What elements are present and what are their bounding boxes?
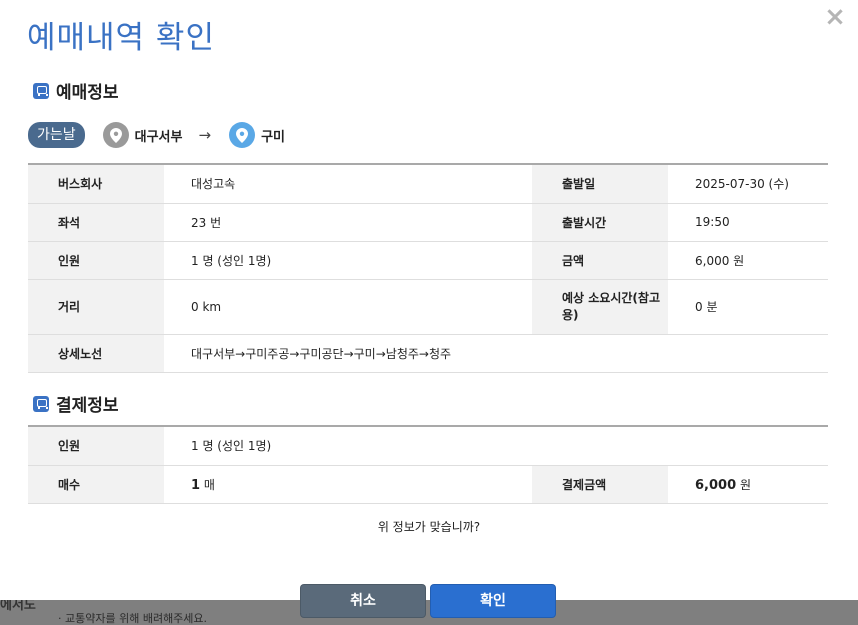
background-note: · 교통약자를 위해 배려해주세요. <box>58 612 208 625</box>
reservation-info-table: 버스회사 대성고속 출발일 2025-07-30 (수) 좌석 23 번 출발시… <box>28 163 828 373</box>
table-row: 거리 0 km 예상 소요시간(참고용) 0 분 <box>28 279 828 335</box>
seat-value: 23 번 <box>164 203 532 242</box>
payment-people-value: 1 명 (성인 1명) <box>164 426 828 466</box>
distance-value: 0 km <box>164 279 532 335</box>
confirm-question: 위 정보가 맞습니까? <box>377 520 481 534</box>
table-row: 상세노선 대구서부→구미주공→구미공단→구미→남청주→청주 <box>28 334 828 373</box>
payment-section-title: 결제정보 <box>56 396 119 416</box>
ticket-count-number: 1 <box>191 477 201 493</box>
table-row: 인원 1 명 (성인 1명) 금액 6,000 원 <box>28 241 828 280</box>
origin-terminal: 대구서부 <box>102 122 183 148</box>
reservation-section-heading: 예매정보 <box>33 78 119 103</box>
duration-value: 0 분 <box>668 279 828 335</box>
table-row: 매수 1 매 결제금액 6,000 원 <box>28 465 828 504</box>
route-summary: 가는날 대구서부 → 구미 <box>28 120 285 150</box>
distance-label: 거리 <box>28 279 164 335</box>
origin-name: 대구서부 <box>134 129 183 145</box>
table-row: 인원 1 명 (성인 1명) <box>28 426 828 466</box>
table-row: 버스회사 대성고속 출발일 2025-07-30 (수) <box>28 164 828 204</box>
date-value: 2025-07-30 (수) <box>668 164 828 204</box>
date-label: 출발일 <box>532 164 668 204</box>
payment-people-label: 인원 <box>28 426 164 466</box>
company-label: 버스회사 <box>28 164 164 204</box>
total-amount-value: 6,000 원 <box>668 465 828 504</box>
amount-value: 6,000 원 <box>668 241 828 280</box>
time-label: 출발시간 <box>532 203 668 242</box>
arrow-right-icon: → <box>198 126 212 144</box>
confirm-button[interactable]: 확인 <box>430 584 556 618</box>
cancel-button[interactable]: 취소 <box>300 584 426 618</box>
bus-icon <box>33 82 49 99</box>
people-value: 1 명 (성인 1명) <box>164 241 532 280</box>
total-amount-number: 6,000 <box>695 477 737 493</box>
destination-terminal: 구미 <box>229 122 285 148</box>
table-row: 좌석 23 번 출발시간 19:50 <box>28 203 828 242</box>
payment-section-heading: 결제정보 <box>33 391 119 416</box>
direction-badge: 가는날 <box>28 122 85 148</box>
bus-icon <box>33 395 49 412</box>
reservation-section-title: 예매정보 <box>56 83 119 103</box>
duration-label: 예상 소요시간(참고용) <box>532 279 668 335</box>
ticket-count-unit: 매 <box>203 477 215 492</box>
page-backdrop: 에서도 · 교통약자를 위해 배려해주세요. <box>0 598 858 625</box>
route-detail-value: 대구서부→구미주공→구미공단→구미→남청주→청주 <box>164 334 828 373</box>
total-amount-unit: 원 <box>739 477 751 492</box>
map-pin-icon <box>229 122 256 148</box>
seat-label: 좌석 <box>28 203 164 242</box>
people-label: 인원 <box>28 241 164 280</box>
total-amount-label: 결제금액 <box>532 465 668 504</box>
ticket-count-value: 1 매 <box>164 465 532 504</box>
destination-name: 구미 <box>261 129 285 145</box>
route-detail-label: 상세노선 <box>28 334 164 373</box>
page-title: 예매내역 확인 <box>27 20 215 56</box>
ticket-count-label: 매수 <box>28 465 164 504</box>
company-value: 대성고속 <box>164 164 532 204</box>
amount-label: 금액 <box>532 241 668 280</box>
time-value: 19:50 <box>668 203 828 242</box>
map-pin-icon <box>102 122 129 148</box>
reservation-confirm-modal: × 예매내역 확인 예매정보 가는날 대구서부 → 구미 버스회사 대성고속 출… <box>0 0 858 600</box>
close-icon[interactable]: × <box>824 4 846 30</box>
payment-info-table: 인원 1 명 (성인 1명) 매수 1 매 결제금액 6,000 원 <box>28 425 828 504</box>
